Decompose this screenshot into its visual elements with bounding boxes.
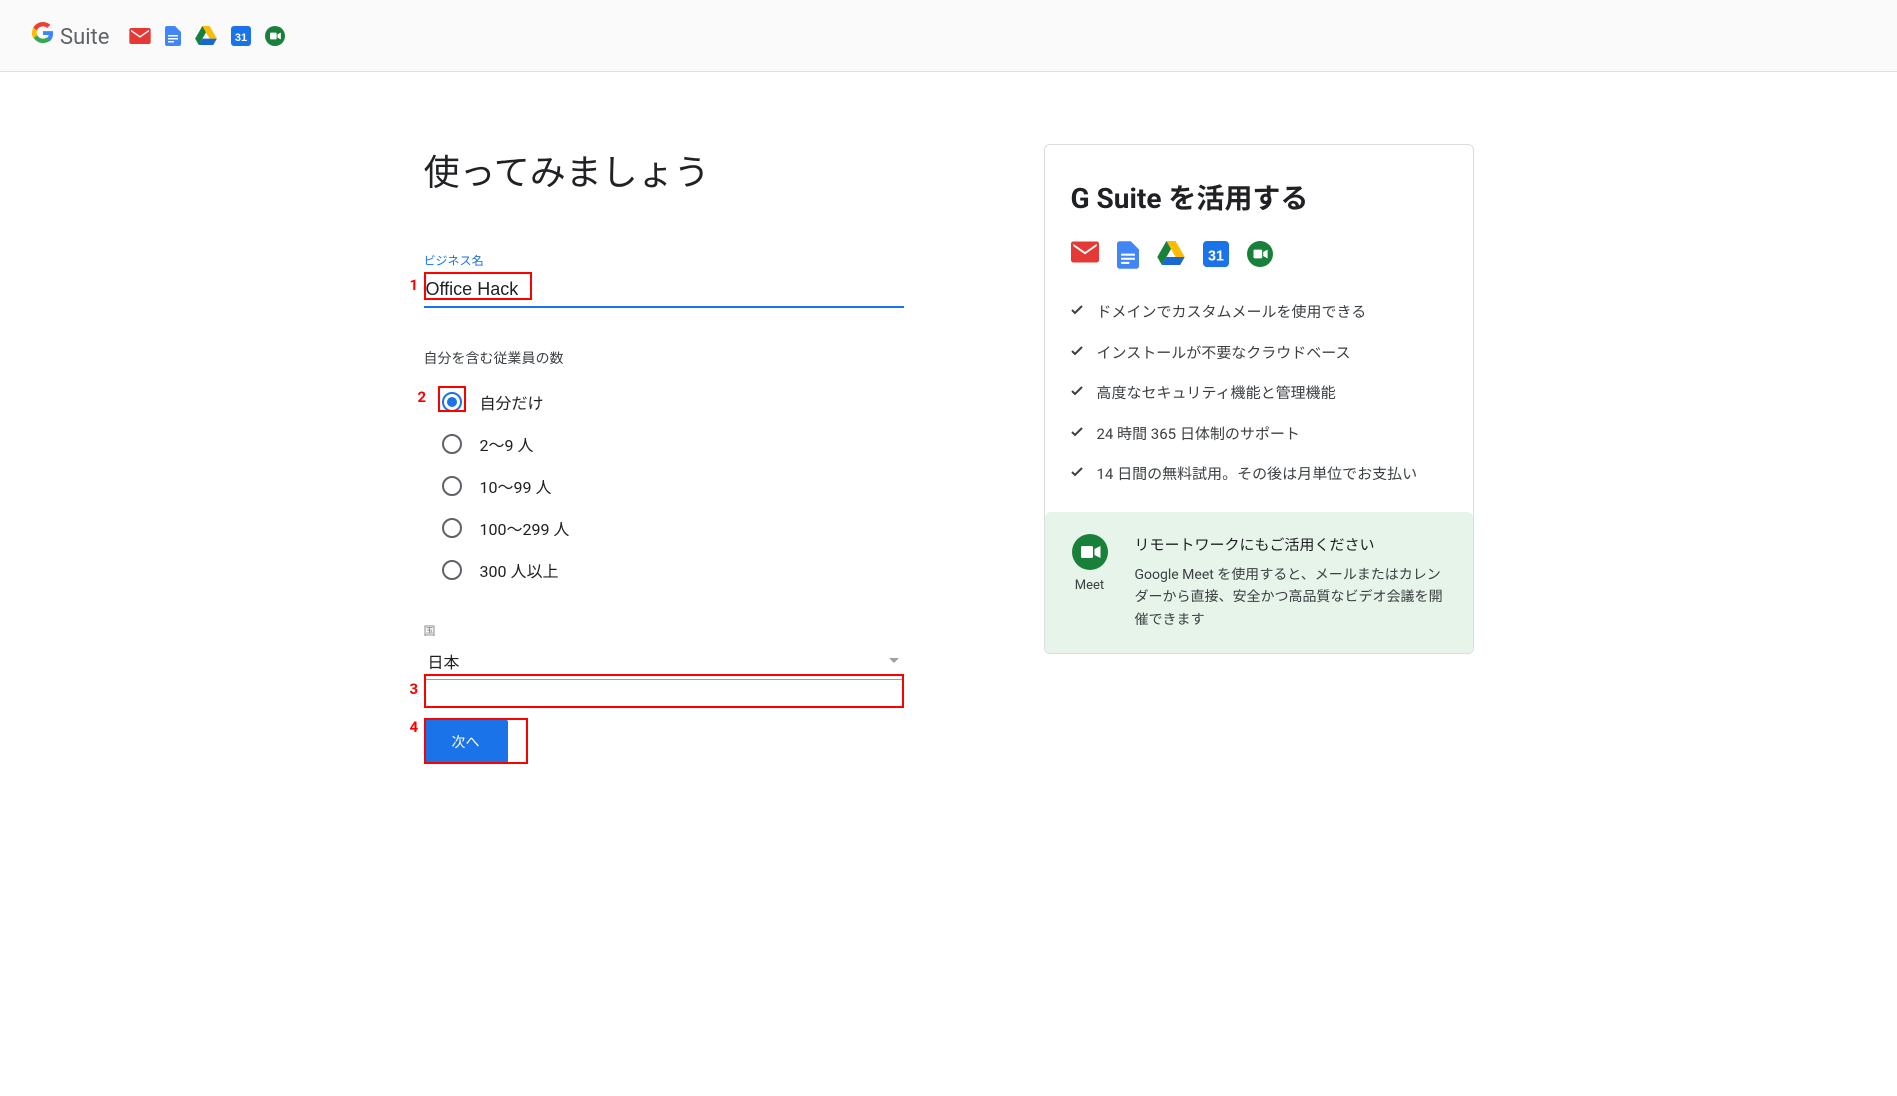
- gmail-icon: [129, 28, 151, 44]
- employees-option-3[interactable]: 100〜299 人: [442, 516, 944, 540]
- annotation-number-4: 4: [410, 718, 419, 736]
- radio-label: 2〜9 人: [480, 432, 534, 456]
- meet-label: Meet: [1075, 578, 1104, 593]
- next-button[interactable]: 次へ: [424, 720, 508, 764]
- sidebar-title: G Suite を活用する: [1071, 177, 1447, 217]
- radio-icon: [442, 560, 462, 580]
- check-icon: [1071, 427, 1083, 437]
- calendar-icon: 31: [1203, 241, 1229, 273]
- gsuite-logo: Suite: [32, 22, 109, 50]
- country-label: 国: [424, 622, 944, 639]
- google-g-icon: [32, 22, 54, 44]
- benefit-item: 高度なセキュリティ機能と管理機能: [1071, 382, 1447, 405]
- gmail-icon: [1071, 241, 1099, 273]
- docs-icon: [165, 26, 181, 46]
- radio-icon: [442, 476, 462, 496]
- calendar-icon: 31: [231, 26, 251, 46]
- radio-label: 100〜299 人: [480, 516, 570, 540]
- employees-option-1[interactable]: 2〜9 人: [442, 432, 944, 456]
- check-icon: [1071, 386, 1083, 396]
- benefit-text: 24 時間 365 日体制のサポート: [1097, 423, 1300, 446]
- employees-label: 自分を含む従業員の数: [424, 348, 944, 368]
- check-icon: [1071, 305, 1083, 315]
- benefit-text: ドメインでカスタムメールを使用できる: [1097, 301, 1367, 324]
- benefit-item: ドメインでカスタムメールを使用できる: [1071, 301, 1447, 324]
- radio-label: 自分だけ: [480, 390, 544, 414]
- page-title: 使ってみましょう: [424, 144, 944, 196]
- chevron-down-icon: [888, 657, 900, 665]
- annotation-number-2: 2: [418, 388, 427, 406]
- benefits-list: ドメインでカスタムメールを使用できる インストールが不要なクラウドベース 高度な…: [1071, 301, 1447, 486]
- app-header: Suite 31: [0, 0, 1897, 72]
- meet-icon: [265, 26, 285, 46]
- annotation-number-1: 1: [410, 276, 419, 294]
- benefit-text: インストールが不要なクラウドベース: [1097, 342, 1351, 365]
- sidebar-card: G Suite を活用する 31 ドメインでカスタムメールを使用できる インスト…: [1044, 144, 1474, 654]
- benefit-text: 高度なセキュリティ機能と管理機能: [1097, 382, 1336, 405]
- business-name-label: ビジネス名: [424, 252, 944, 269]
- svg-text:31: 31: [1208, 249, 1224, 265]
- employees-option-4[interactable]: 300 人以上: [442, 558, 944, 582]
- check-icon: [1071, 467, 1083, 477]
- radio-icon: [442, 392, 462, 412]
- meet-icon: [1247, 241, 1273, 273]
- business-name-input[interactable]: [424, 273, 904, 308]
- meet-heading: リモートワークにもご活用ください: [1135, 534, 1453, 557]
- business-name-field: ビジネス名 1: [424, 252, 944, 308]
- benefit-item: 24 時間 365 日体制のサポート: [1071, 423, 1447, 446]
- check-icon: [1071, 346, 1083, 356]
- docs-icon: [1117, 241, 1139, 273]
- employees-radio-group: 2 自分だけ 2〜9 人 10〜99 人 100〜299 人: [424, 390, 944, 582]
- country-select[interactable]: 日本: [424, 643, 904, 680]
- meet-body: Google Meet を使用すると、メールまたはカレンダーから直接、安全かつ高…: [1135, 564, 1453, 631]
- country-field: 国 日本 3: [424, 622, 944, 680]
- benefit-item: インストールが不要なクラウドベース: [1071, 342, 1447, 365]
- country-value: 日本: [428, 649, 460, 673]
- meet-icon: [1072, 534, 1108, 574]
- employees-option-2[interactable]: 10〜99 人: [442, 474, 944, 498]
- sidebar-app-icons: 31: [1071, 241, 1447, 273]
- svg-text:31: 31: [235, 32, 247, 44]
- benefit-item: 14 日間の無料試用。その後は月単位でお支払い: [1071, 463, 1447, 486]
- radio-icon: [442, 518, 462, 538]
- drive-icon: [1157, 241, 1185, 273]
- benefit-text: 14 日間の無料試用。その後は月単位でお支払い: [1097, 463, 1418, 486]
- annotation-number-3: 3: [410, 680, 419, 698]
- radio-label: 300 人以上: [480, 558, 559, 582]
- meet-promo-box: Meet リモートワークにもご活用ください Google Meet を使用すると…: [1045, 512, 1473, 654]
- gsuite-wordmark: Suite: [60, 25, 109, 50]
- radio-label: 10〜99 人: [480, 474, 552, 498]
- drive-icon: [195, 26, 217, 45]
- employees-option-0[interactable]: 自分だけ: [442, 390, 944, 414]
- radio-icon: [442, 434, 462, 454]
